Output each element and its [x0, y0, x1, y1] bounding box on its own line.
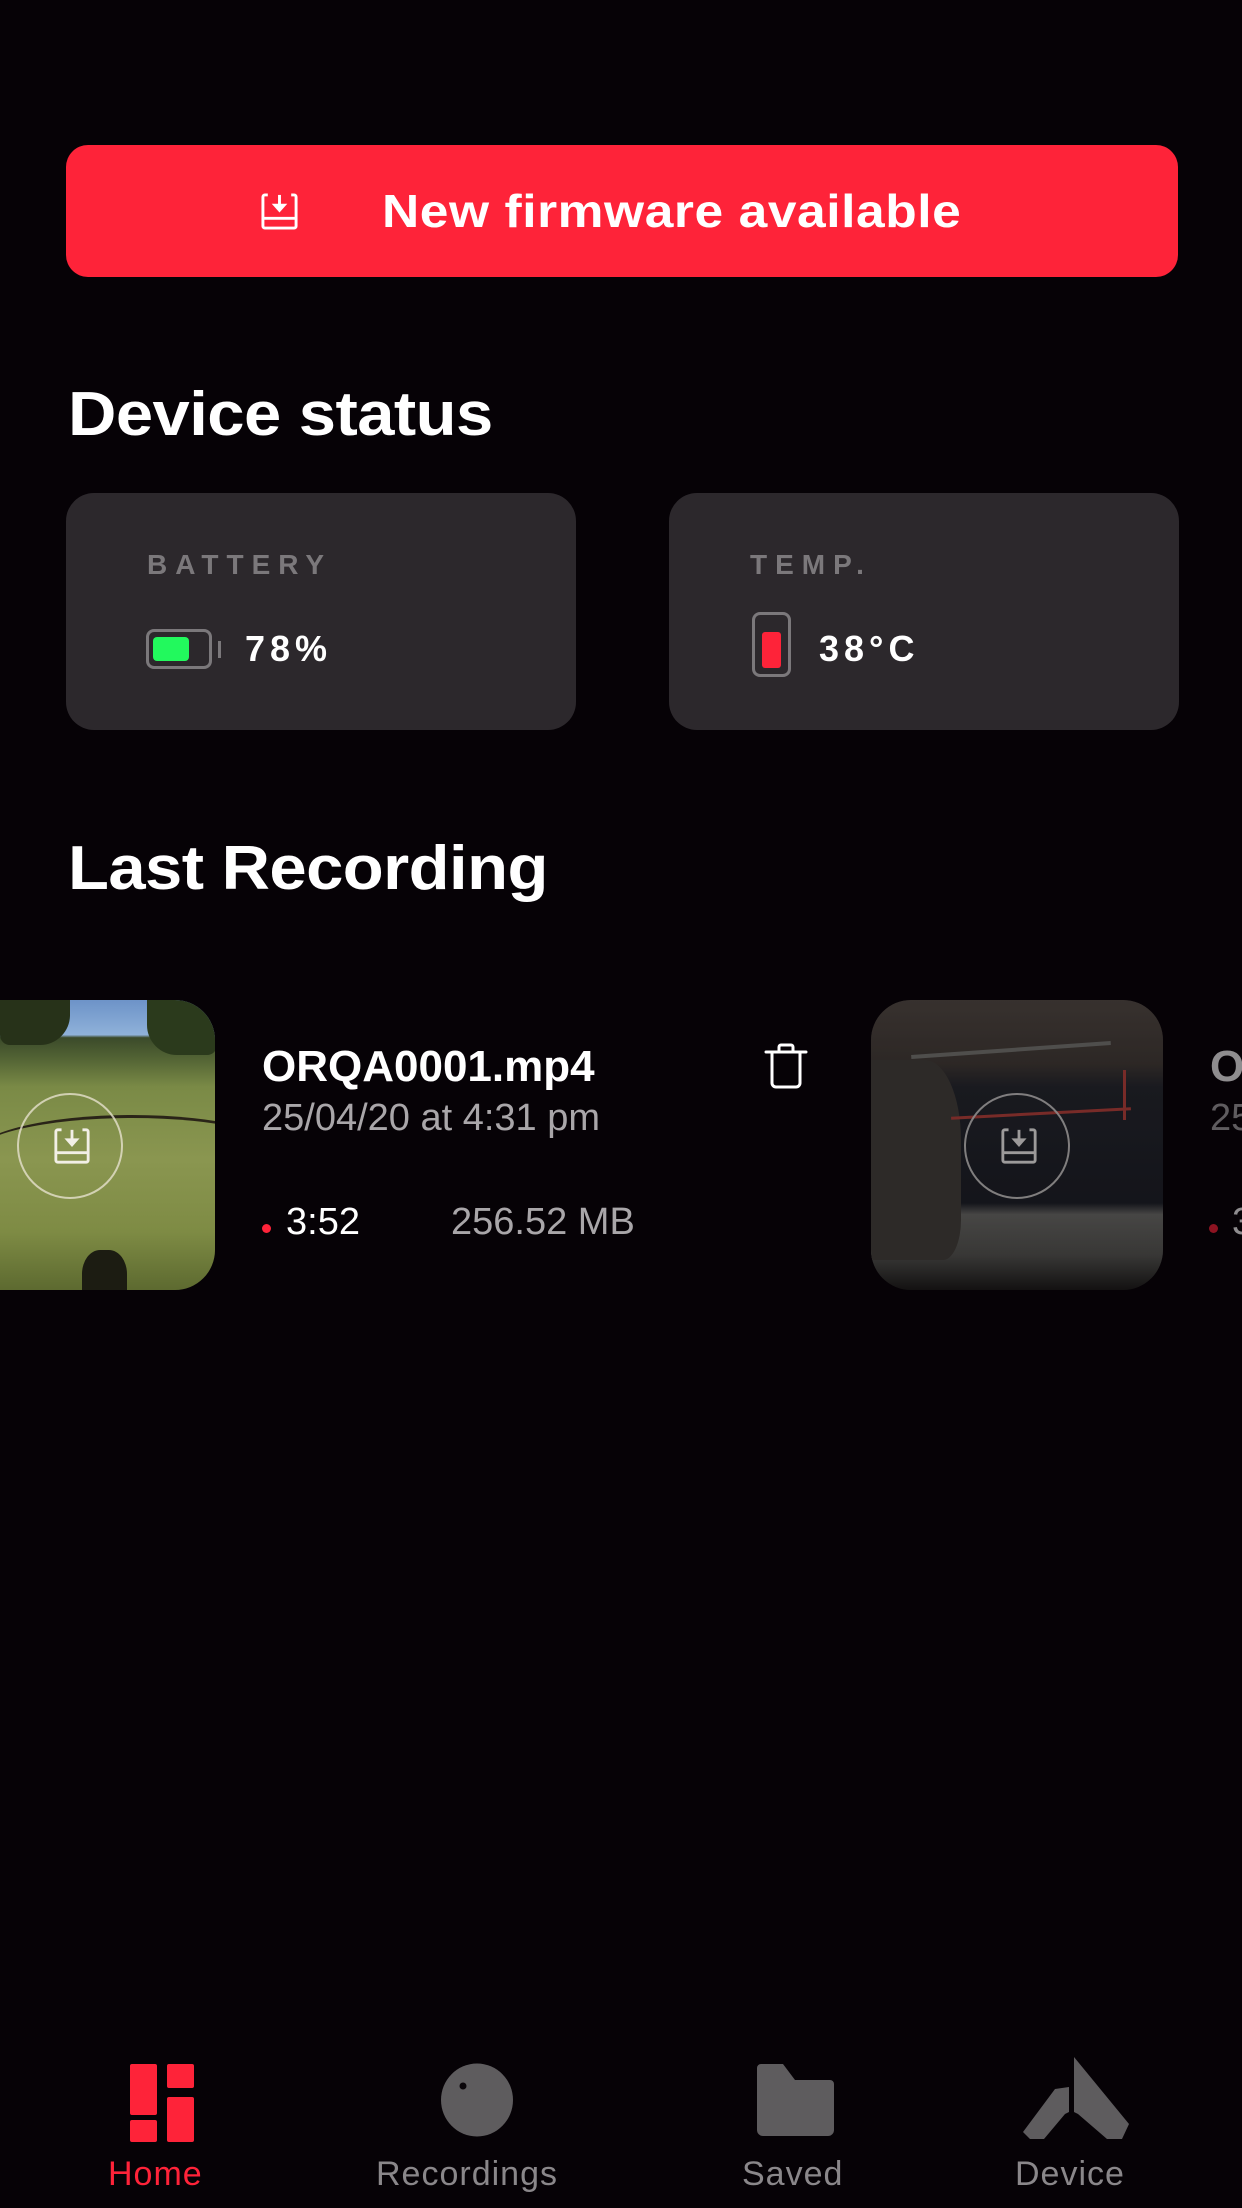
- download-icon: [1001, 1128, 1037, 1164]
- battery-value: 78%: [245, 628, 333, 669]
- nav-tab-home[interactable]: Home: [100, 2050, 220, 2208]
- recording-thumbnail[interactable]: [871, 1000, 1163, 1290]
- temperature-value: 38°C: [819, 628, 920, 669]
- firmware-banner-label: New firmware available: [382, 185, 962, 237]
- battery-level-fill: [153, 637, 189, 661]
- recording-date: 25: [1210, 1097, 1242, 1139]
- firmware-update-banner[interactable]: New firmware available: [66, 145, 1178, 277]
- download-button[interactable]: [964, 1093, 1070, 1199]
- temperature-card: TEMP. 38°C: [669, 493, 1179, 730]
- recording-duration: 3: [1232, 1200, 1242, 1244]
- folder-icon: [757, 2064, 834, 2136]
- recording-indicator-dot: [262, 1224, 271, 1233]
- recording-filename[interactable]: ORQA0001.mp4: [262, 1042, 595, 1092]
- recording-date: 25/04/20 at 4:31 pm: [262, 1097, 601, 1139]
- drone-device-icon: [1023, 2057, 1129, 2139]
- recording-thumbnail[interactable]: [0, 1000, 215, 1290]
- nav-label-recordings: Recordings: [376, 2155, 558, 2193]
- nav-label-device: Device: [1015, 2155, 1125, 2193]
- nav-label-saved: Saved: [742, 2155, 844, 2193]
- nav-tab-device[interactable]: Device: [1005, 2050, 1145, 2208]
- device-status-heading: Device status: [68, 380, 493, 449]
- recordings-disc-icon: [441, 2063, 513, 2137]
- last-recording-heading: Last Recording: [68, 834, 548, 903]
- home-grid-icon: [130, 2064, 194, 2142]
- temperature-label: TEMP.: [750, 549, 872, 580]
- battery-card: BATTERY 78%: [66, 493, 576, 730]
- download-icon: [54, 1128, 90, 1164]
- nav-label-home: Home: [108, 2155, 203, 2193]
- thermometer-fill: [762, 632, 781, 668]
- recording-file-size: 256.52 MB: [451, 1201, 635, 1243]
- trash-icon[interactable]: [764, 1043, 808, 1089]
- nav-tab-recordings[interactable]: Recordings: [370, 2050, 590, 2208]
- nav-tab-saved[interactable]: Saved: [730, 2050, 870, 2208]
- download-icon: [261, 193, 298, 230]
- thumbnail-detail: [147, 1000, 215, 1055]
- battery-label: BATTERY: [147, 549, 333, 580]
- thermometer-icon: [752, 612, 792, 677]
- battery-terminal: [218, 641, 221, 658]
- download-button[interactable]: [17, 1093, 123, 1199]
- thumbnail-detail: [82, 1250, 127, 1290]
- recording-duration: 3:52: [286, 1201, 360, 1243]
- recording-filename[interactable]: O: [1210, 1042, 1242, 1092]
- recording-indicator-dot: [1209, 1224, 1218, 1233]
- battery-icon: [146, 629, 222, 669]
